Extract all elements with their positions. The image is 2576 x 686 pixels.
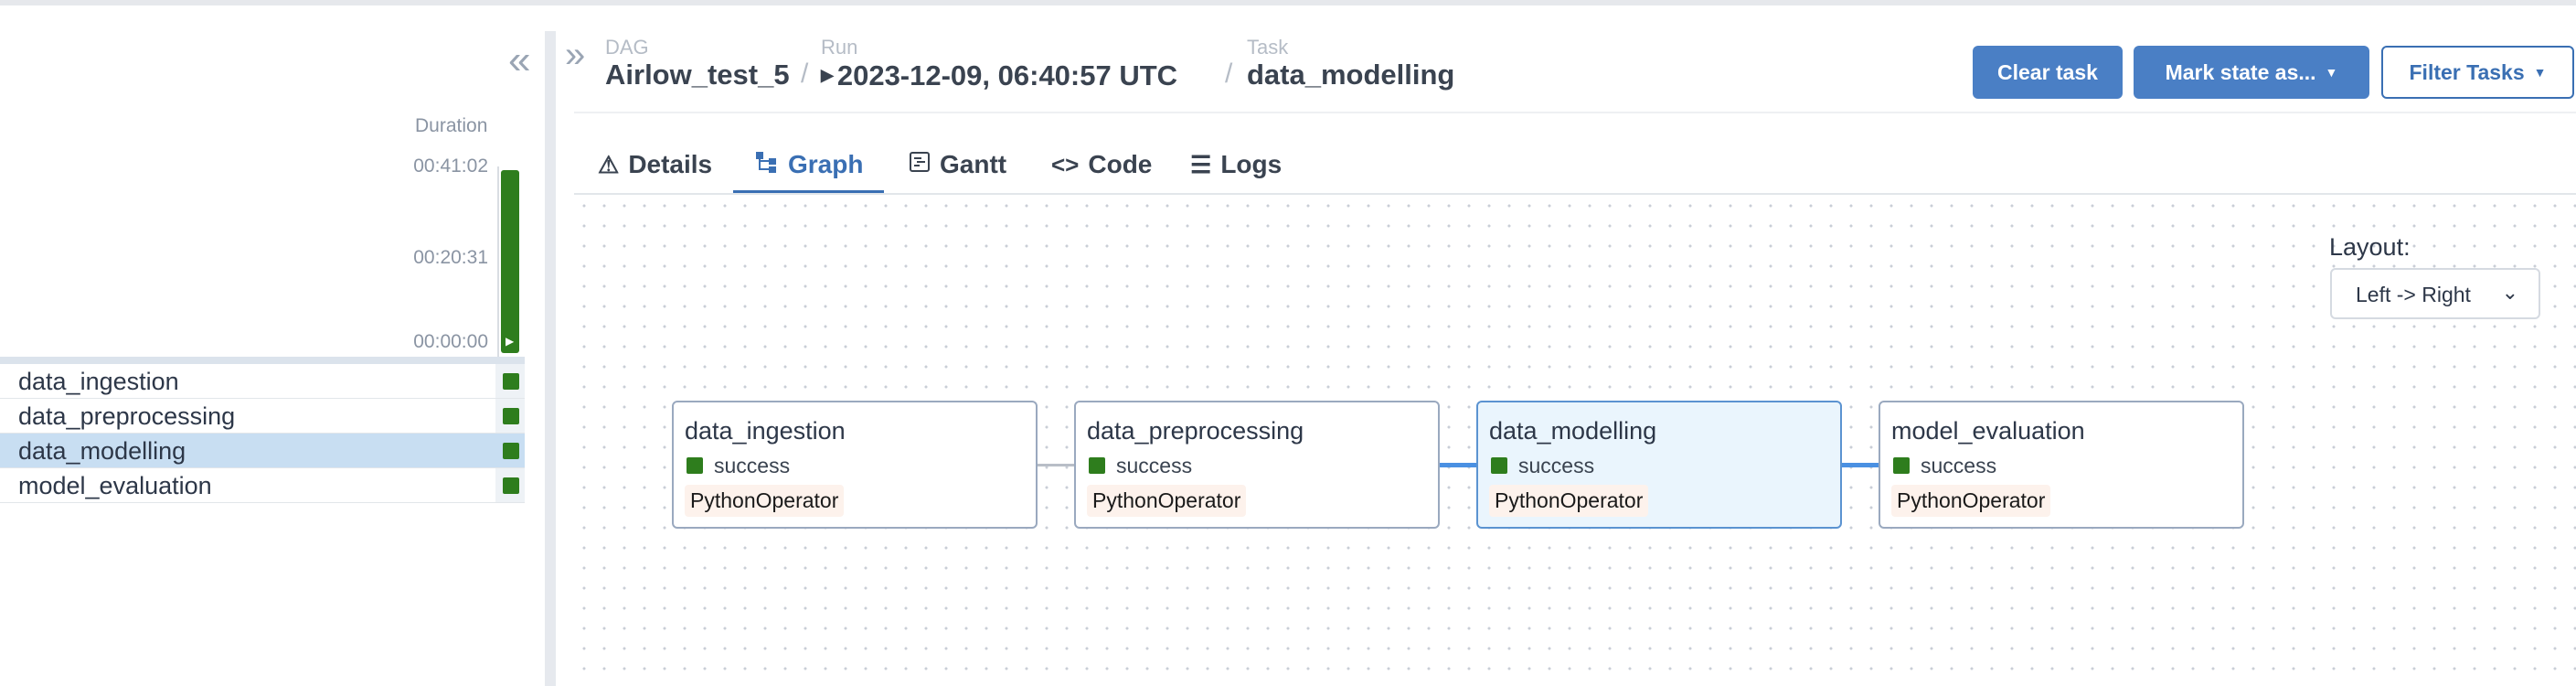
success-status-square [687, 457, 703, 474]
run-id-text[interactable]: 2023-12-09, 06:40:57 UTC [837, 59, 1177, 91]
duration-tick-mid: 00:20:31 [413, 247, 488, 268]
node-status: success [1518, 454, 1595, 477]
grid-row-data-modelling[interactable]: data_modelling [0, 434, 525, 468]
node-task-name: data_modelling [1489, 417, 1657, 445]
graph-icon [755, 150, 779, 180]
play-icon: ▶ [506, 335, 515, 348]
success-status-square [1089, 457, 1105, 474]
tab-graph[interactable]: Graph [755, 137, 863, 192]
graph-edge [1037, 464, 1075, 466]
tab-label: Logs [1220, 150, 1283, 178]
graph-edge-highlighted [1439, 463, 1477, 467]
duration-axis [497, 166, 499, 359]
tabs-border [574, 193, 2576, 195]
chevron-down-icon: ⌄ [2501, 281, 2518, 304]
duration-tick-min: 00:00:00 [413, 331, 488, 352]
node-status: success [1921, 454, 1997, 477]
breadcrumb-run[interactable]: Run ▶ 2023-12-09, 06:40:57 UTC [821, 37, 1177, 92]
task-instance-cell[interactable] [495, 399, 525, 433]
breadcrumb-key: DAG [605, 36, 649, 59]
breadcrumb-key: Run [821, 36, 858, 59]
clear-task-button[interactable]: Clear task [1973, 46, 2123, 99]
success-status-square[interactable] [503, 477, 519, 494]
dag-id[interactable]: Airlow_test_5 [605, 59, 790, 91]
graph-node-data-ingestion[interactable]: data_ingestion success PythonOperator [672, 401, 1038, 529]
success-status-square[interactable] [503, 408, 519, 424]
header-divider [574, 112, 2576, 113]
success-status-square [1893, 457, 1910, 474]
list-icon: ☰ [1190, 150, 1212, 178]
breadcrumb-key: Task [1247, 36, 1289, 59]
caret-down-icon: ▼ [2325, 65, 2338, 80]
success-status-square [1491, 457, 1507, 474]
graph-edge-highlighted [1841, 463, 1879, 467]
layout-select-value: Left -> Right [2356, 283, 2471, 306]
operator-badge: PythonOperator [1891, 485, 2051, 517]
grid-row-data-preprocessing[interactable]: data_preprocessing [0, 399, 525, 434]
grid-row-data-ingestion[interactable]: data_ingestion [0, 364, 525, 399]
grid-panel: « Duration 00:41:02 00:20:31 00:00:00 ▶ … [0, 5, 545, 686]
task-id[interactable]: data_modelling [1247, 59, 1454, 91]
task-instance-cell[interactable] [495, 468, 525, 502]
tab-label: Gantt [940, 150, 1007, 178]
gantt-icon [909, 151, 931, 179]
breadcrumb-dag[interactable]: DAG Airlow_test_5 [605, 37, 790, 91]
graph-node-data-modelling[interactable]: data_modelling success PythonOperator [1476, 401, 1842, 529]
expand-details-icon[interactable]: » [565, 37, 585, 73]
operator-badge: PythonOperator [1489, 485, 1649, 517]
task-name[interactable]: data_modelling [18, 437, 186, 466]
play-icon: ▶ [821, 66, 834, 84]
layout-select[interactable]: Left -> Right ⌄ [2330, 268, 2540, 319]
node-status: success [1116, 454, 1193, 477]
mark-state-label: Mark state as... [2165, 59, 2316, 84]
tab-gantt[interactable]: Gantt [909, 137, 1006, 192]
tab-label: Details [628, 150, 713, 178]
node-task-name: model_evaluation [1891, 417, 2085, 445]
caret-down-icon: ▼ [2533, 65, 2547, 80]
success-status-square[interactable] [503, 373, 519, 390]
task-instance-cell[interactable] [495, 364, 525, 398]
node-task-name: data_ingestion [685, 417, 846, 445]
filter-tasks-button[interactable]: Filter Tasks ▼ [2381, 46, 2574, 99]
breadcrumb-separator: / [801, 59, 809, 89]
tab-logs[interactable]: ☰ Logs [1190, 137, 1282, 192]
duration-tick-max: 00:41:02 [413, 155, 488, 177]
breadcrumb-task[interactable]: Task data_modelling [1247, 37, 1454, 91]
filter-tasks-label: Filter Tasks [2409, 59, 2525, 84]
task-name[interactable]: data_preprocessing [18, 402, 235, 431]
node-task-name: data_preprocessing [1087, 417, 1304, 445]
warning-icon: ⚠ [598, 150, 620, 178]
operator-badge: PythonOperator [685, 485, 845, 517]
task-name[interactable]: model_evaluation [18, 472, 212, 500]
tab-label: Code [1088, 150, 1153, 178]
graph-node-data-preprocessing[interactable]: data_preprocessing success PythonOperato… [1074, 401, 1440, 529]
node-status: success [714, 454, 791, 477]
tab-code[interactable]: <> Code [1051, 137, 1152, 192]
task-name[interactable]: data_ingestion [18, 368, 179, 396]
grid-separator [0, 357, 525, 364]
mark-state-button[interactable]: Mark state as... ▼ [2134, 46, 2369, 99]
task-instance-cell[interactable] [495, 434, 525, 467]
graph-node-model-evaluation[interactable]: model_evaluation success PythonOperator [1879, 401, 2244, 529]
duration-label: Duration [415, 115, 488, 136]
collapse-grid-icon[interactable]: « [508, 40, 530, 80]
layout-label: Layout: [2329, 233, 2411, 261]
run-id[interactable]: ▶ 2023-12-09, 06:40:57 UTC [821, 59, 1177, 92]
dag-run-duration-bar[interactable] [501, 170, 519, 353]
success-status-square[interactable] [503, 443, 519, 459]
panel-resize-divider[interactable] [545, 31, 556, 686]
tab-details[interactable]: ⚠ Details [598, 137, 712, 192]
operator-badge: PythonOperator [1087, 485, 1247, 517]
breadcrumb-separator: / [1225, 59, 1233, 89]
code-icon: <> [1051, 150, 1080, 178]
grid-row-model-evaluation[interactable]: model_evaluation [0, 468, 525, 503]
tab-label: Graph [788, 150, 864, 178]
